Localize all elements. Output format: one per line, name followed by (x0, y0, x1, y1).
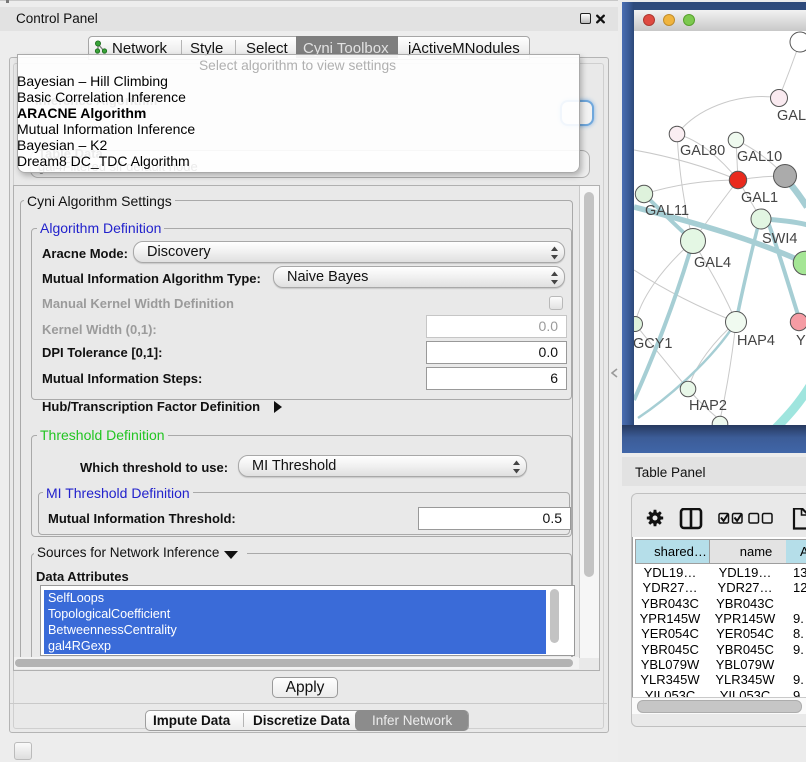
svg-text:SWI4: SWI4 (762, 231, 797, 247)
svg-text:HAP4: HAP4 (737, 333, 775, 349)
svg-text:GAL1: GAL1 (741, 190, 778, 206)
svg-text:GCY1: GCY1 (634, 336, 673, 352)
svg-text:Y: Y (796, 333, 806, 349)
svg-text:GAL11: GAL11 (645, 203, 689, 219)
svg-text:GAL80: GAL80 (680, 143, 725, 159)
svg-text:GAL: GAL (777, 108, 806, 124)
svg-text:GAL10: GAL10 (737, 149, 782, 165)
svg-text:GAL4: GAL4 (694, 255, 731, 271)
svg-text:HAP2: HAP2 (689, 398, 727, 414)
